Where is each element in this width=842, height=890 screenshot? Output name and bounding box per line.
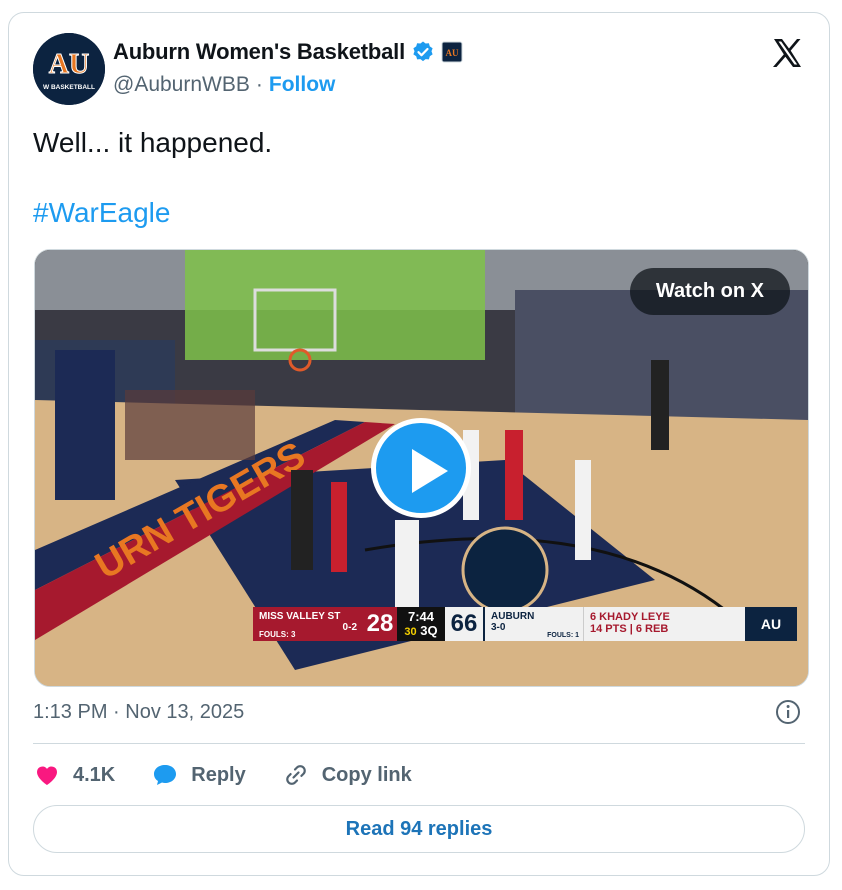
read-replies-button[interactable]: Read 94 replies xyxy=(33,805,805,853)
shot-clock: 30 xyxy=(404,625,417,638)
auburn-logo-icon: AU W BASKETBALL xyxy=(33,33,105,105)
away-name: MISS VALLEY ST xyxy=(259,611,341,622)
copy-link-label: Copy link xyxy=(321,763,412,786)
game-clock: 7:44 30 3Q xyxy=(397,607,445,641)
reply-button[interactable]: Reply xyxy=(151,761,246,789)
author-handle[interactable]: @AuburnWBB xyxy=(113,73,250,97)
avatar-caption: W BASKETBALL xyxy=(43,84,95,91)
affiliate-logo-icon: AU xyxy=(441,41,463,63)
reply-label: Reply xyxy=(191,763,246,786)
heart-icon xyxy=(37,766,57,785)
author-name[interactable]: Auburn Women's Basketball xyxy=(113,39,405,65)
player-stat: 6 KHADY LEYE 14 PTS | 6 REB xyxy=(583,607,745,641)
away-fouls: FOULS: 3 xyxy=(259,630,296,639)
quarter: 3Q xyxy=(420,622,438,638)
info-icon[interactable] xyxy=(775,699,801,725)
like-count: 4.1K xyxy=(73,763,116,786)
watch-on-x-button[interactable]: Watch on X xyxy=(629,268,790,315)
verified-badge-icon xyxy=(413,41,433,62)
away-team: MISS VALLEY ST 0-2 FOULS: 3 xyxy=(253,607,363,641)
home-name: AUBURN xyxy=(491,611,535,622)
tweet-text: Well... it happened. xyxy=(33,127,273,158)
player-stats: 14 PTS | 6 REB xyxy=(590,623,669,635)
author-name-row: Auburn Women's Basketball AU xyxy=(113,39,463,65)
scoreboard: MISS VALLEY ST 0-2 FOULS: 3 28 7:44 30 3… xyxy=(253,607,805,641)
avatar[interactable]: AU W BASKETBALL xyxy=(33,33,105,105)
away-score: 28 xyxy=(363,607,397,641)
reply-bubble-icon xyxy=(154,765,177,785)
hashtag-link[interactable]: #WarEagle xyxy=(33,197,170,229)
play-button[interactable] xyxy=(371,418,471,518)
player-line: 6 KHADY LEYE xyxy=(590,611,670,623)
divider xyxy=(33,743,805,744)
avatar-monogram: AU xyxy=(49,49,89,80)
x-logo-icon[interactable] xyxy=(769,35,805,71)
video-player[interactable]: URN TIGERS Watch on X MISS VALLEY ST 0-2… xyxy=(34,249,809,687)
home-logo-icon: AU xyxy=(745,607,797,641)
action-bar: 4.1K Reply Copy link xyxy=(33,757,448,793)
svg-text:AU: AU xyxy=(446,48,459,58)
copy-link-button[interactable]: Copy link xyxy=(282,761,412,789)
like-button[interactable]: 4.1K xyxy=(33,761,115,789)
timestamp[interactable]: 1:13 PM · Nov 13, 2025 xyxy=(33,701,244,724)
link-icon xyxy=(285,765,306,785)
home-fouls: FOULS: 1 xyxy=(547,632,579,639)
home-team: AUBURN 3-0 FOULS: 1 xyxy=(483,607,583,641)
home-score: 66 xyxy=(445,607,483,641)
follow-button[interactable]: Follow xyxy=(269,73,336,97)
clock-time: 7:44 xyxy=(407,608,435,624)
handle-separator: · xyxy=(255,73,263,96)
tweet-card: AU W BASKETBALL Auburn Women's Basketbal… xyxy=(8,12,830,876)
handle-row: @AuburnWBB · Follow xyxy=(113,73,335,97)
